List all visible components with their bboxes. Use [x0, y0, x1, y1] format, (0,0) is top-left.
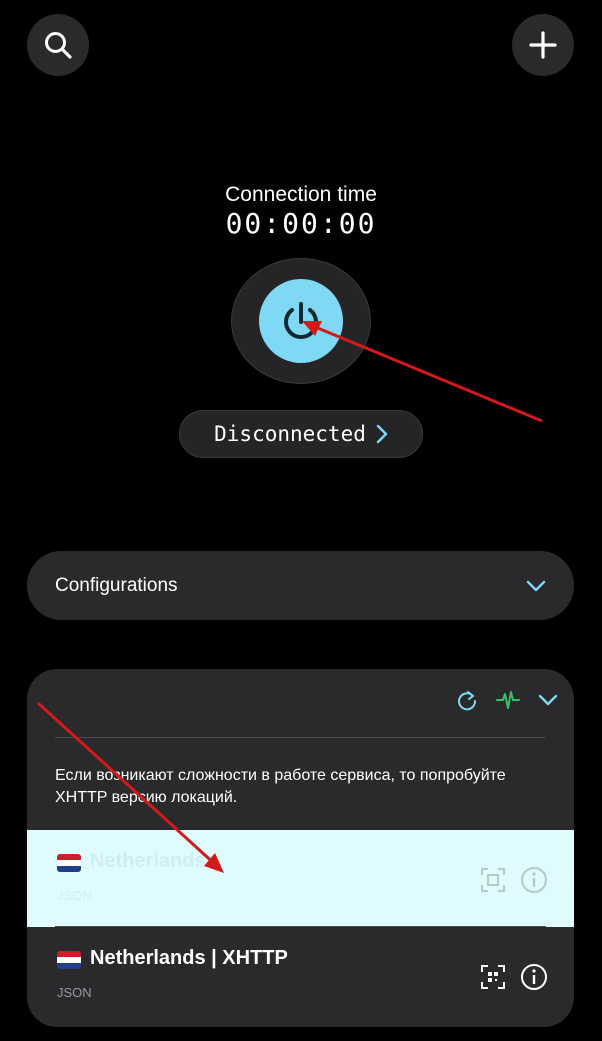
connection-time-label: Connection time	[225, 183, 377, 206]
plus-icon	[529, 31, 557, 59]
server-name: Netherlands | XHTTP	[90, 947, 288, 969]
server-type: JSON	[57, 888, 92, 903]
server-row-selected[interactable]: Netherlands JSON	[27, 830, 574, 927]
chevron-right-icon	[376, 424, 388, 444]
server-name: Netherlands	[90, 850, 206, 872]
chevron-down-icon	[526, 580, 546, 591]
group-note: Если возникают сложности в работе сервис…	[55, 767, 506, 806]
info-icon[interactable]	[520, 866, 548, 894]
power-button[interactable]	[259, 279, 343, 363]
info-icon[interactable]	[520, 963, 548, 991]
configurations-label: Configurations	[55, 574, 178, 596]
configurations-dropdown[interactable]: Configurations	[27, 551, 574, 620]
refresh-icon[interactable]	[456, 689, 478, 711]
status-text: Disconnected	[214, 422, 366, 446]
status-button[interactable]: Disconnected	[179, 410, 423, 458]
connection-time-value: 00:00:00	[225, 207, 377, 240]
netherlands-flag-icon	[57, 854, 81, 872]
server-type: JSON	[57, 985, 92, 1000]
power-button-container	[231, 258, 371, 384]
divider	[55, 737, 546, 738]
server-row[interactable]: Netherlands | XHTTP JSON	[27, 927, 574, 1024]
power-icon	[284, 302, 318, 339]
chevron-down-icon[interactable]	[538, 694, 558, 706]
qr-code-icon[interactable]	[480, 964, 506, 990]
card-toolbar	[456, 689, 558, 711]
ping-icon[interactable]	[496, 689, 520, 711]
server-group-card: Если возникают сложности в работе сервис…	[27, 669, 574, 1027]
search-icon	[45, 32, 72, 59]
add-button[interactable]	[512, 14, 574, 76]
server-actions	[480, 866, 548, 894]
netherlands-flag-icon	[57, 951, 81, 969]
server-actions	[480, 963, 548, 991]
search-button[interactable]	[27, 14, 89, 76]
qr-code-icon[interactable]	[480, 867, 506, 893]
